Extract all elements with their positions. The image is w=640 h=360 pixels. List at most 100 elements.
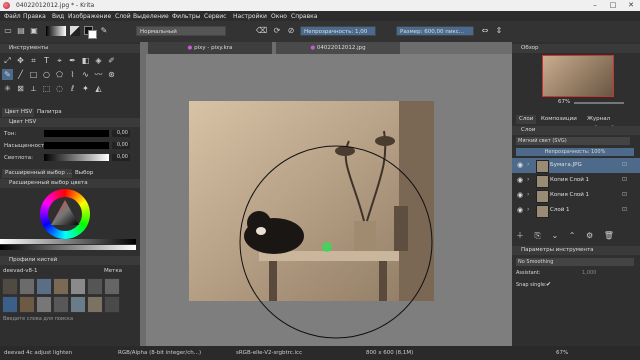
brush-preset-8[interactable]	[2, 296, 18, 313]
brush-tool-icon[interactable]: ✎	[2, 69, 13, 80]
menu-help[interactable]: Справка	[291, 13, 317, 20]
snap-single-checkbox[interactable]: ✔	[546, 281, 551, 288]
minimize-button[interactable]: –	[586, 0, 604, 11]
blend-mode-select[interactable]: Нормальный	[136, 26, 226, 36]
text-tool-icon[interactable]: T	[41, 55, 52, 66]
edit-shapes-tool-icon[interactable]: ⌖	[54, 55, 65, 66]
layer-row[interactable]: ◉ › Копия Слой 1 ⊡	[512, 188, 640, 203]
magic-wand-tool-icon[interactable]: ✦	[80, 83, 91, 94]
layer-actions-toolbar[interactable]: ＋ ⎘ ⌄ ⌃ ⚙ 🗑	[516, 230, 618, 241]
rectangle-tool-icon[interactable]: □	[28, 69, 39, 80]
layer-alpha-lock-icon[interactable]: ⊡	[622, 161, 627, 168]
brush-preset-13[interactable]	[87, 296, 103, 313]
rect-select-tool-icon[interactable]: ⬚	[41, 83, 52, 94]
calligraphy-tool-icon[interactable]: ✒	[67, 55, 78, 66]
brush-preset-11[interactable]	[53, 296, 69, 313]
size-slider[interactable]: Размер: 600,00 пикс...	[396, 26, 474, 36]
save-document-icon[interactable]: ▣	[29, 26, 39, 36]
menu-view[interactable]: Вид	[52, 13, 64, 20]
mirror-vertical-icon[interactable]: ⇕	[494, 26, 504, 36]
fill-tool-icon[interactable]: ◈	[93, 55, 104, 66]
brush-preset-3[interactable]	[36, 278, 52, 295]
brush-preset-12[interactable]	[70, 296, 86, 313]
maximize-button[interactable]: □	[604, 0, 622, 11]
pattern-selector[interactable]	[70, 26, 80, 36]
dyna-tool-icon[interactable]: ⊛	[106, 69, 117, 80]
tab-layers[interactable]: Слои	[516, 115, 537, 124]
alpha-lock-icon[interactable]: ⊘	[286, 26, 296, 36]
brush-preset-6[interactable]	[87, 278, 103, 295]
visibility-eye-icon[interactable]: ◉	[517, 191, 523, 199]
brush-preset-5[interactable]	[70, 278, 86, 295]
saturation-value[interactable]: 0,00	[112, 142, 130, 149]
menu-layer[interactable]: Слой	[115, 13, 131, 20]
assistant-tool-icon[interactable]: ⊠	[15, 83, 26, 94]
polyline-tool-icon[interactable]: ⌇	[67, 69, 78, 80]
gray-strip[interactable]	[0, 239, 136, 244]
ellipse-select-tool-icon[interactable]: ◌	[54, 83, 65, 94]
close-button[interactable]: ✕	[622, 0, 640, 11]
status-brush-preset[interactable]: deevad 4c adjust lighten	[4, 346, 72, 360]
lasso-tool-icon[interactable]: ℓ	[67, 83, 78, 94]
gray-strip-reverse[interactable]	[0, 245, 136, 250]
tab-specific-selector[interactable]: Выбор определённого ...	[72, 169, 140, 185]
expand-arrow-icon[interactable]: ›	[527, 176, 529, 183]
opacity-slider[interactable]: Непрозрачность: 1,00	[300, 26, 376, 36]
eraser-mode-icon[interactable]: ⌫	[256, 26, 267, 36]
ellipse-tool-icon[interactable]: ○	[41, 69, 52, 80]
layer-row[interactable]: ◉ › Слой 1 ⊡	[512, 203, 640, 218]
menu-tools[interactable]: Сервис	[204, 13, 226, 20]
brush-preset-2[interactable]	[19, 278, 35, 295]
tab-compositions[interactable]: Композиции	[538, 115, 580, 124]
new-document-icon[interactable]: ▭	[3, 26, 13, 36]
status-zoom[interactable]: 67%	[556, 346, 568, 360]
background-color-swatch[interactable]	[88, 30, 97, 39]
polygon-tool-icon[interactable]: ⬠	[54, 69, 65, 80]
layer-row[interactable]: ◉ › Бумага.JPG ⊡	[512, 158, 640, 173]
layer-alpha-lock-icon[interactable]: ⊡	[622, 176, 627, 183]
line-tool-icon[interactable]: ╱	[15, 69, 26, 80]
preset-filter-label[interactable]: Метка	[104, 268, 122, 274]
menu-window[interactable]: Окно	[271, 13, 287, 20]
layer-opacity-slider[interactable]: Непрозрачность: 100%	[516, 148, 634, 156]
layer-alpha-lock-icon[interactable]: ⊡	[622, 206, 627, 213]
brush-preset-10[interactable]	[36, 296, 52, 313]
lightness-slider[interactable]	[44, 154, 109, 161]
bezier-select-tool-icon[interactable]: ◭	[93, 83, 104, 94]
crop-tool-icon[interactable]: ⌗	[28, 55, 39, 66]
tab-advanced-selector[interactable]: Расширенный выбор ...	[2, 169, 75, 178]
transform-tool-icon[interactable]: ⤢	[2, 55, 13, 66]
visibility-eye-icon[interactable]: ◉	[517, 206, 523, 214]
menu-filters[interactable]: Фильтры	[172, 13, 200, 20]
menu-select[interactable]: Выделение	[133, 13, 169, 20]
brush-preset-14[interactable]	[104, 296, 120, 313]
overview-thumbnail[interactable]	[542, 55, 614, 97]
preset-tag-select[interactable]: deevad-v8-1	[3, 268, 37, 274]
assistant-value[interactable]: 1,000	[582, 270, 596, 276]
visibility-eye-icon[interactable]: ◉	[517, 176, 523, 184]
menu-image[interactable]: Изображение	[68, 13, 111, 20]
gradient-selector[interactable]	[46, 26, 66, 36]
brush-preset-7[interactable]	[104, 278, 120, 295]
menu-file[interactable]: Файл	[4, 13, 21, 20]
bezier-tool-icon[interactable]: ∿	[80, 69, 91, 80]
layer-blend-mode-select[interactable]: Мягкий свет (SVG)	[516, 137, 630, 145]
mirror-horizontal-icon[interactable]: ⇔	[480, 26, 490, 36]
brush-preset-4[interactable]	[53, 278, 69, 295]
preset-search-field[interactable]: Введите слова для поиска	[3, 316, 73, 322]
smoothing-select[interactable]: No Smoothing	[516, 258, 634, 266]
menu-edit[interactable]: Правка	[23, 13, 46, 20]
picker-tool-icon[interactable]: ✐	[106, 55, 117, 66]
reload-preset-icon[interactable]: ⟳	[272, 26, 282, 36]
tab-hsv-color[interactable]: Цвет HSV	[2, 108, 36, 117]
color-triangle[interactable]	[48, 197, 82, 231]
overview-zoom-slider[interactable]	[574, 102, 624, 104]
layer-alpha-lock-icon[interactable]: ⊡	[622, 191, 627, 198]
layer-row[interactable]: ◉ › Копия Слой 1 ⊡	[512, 173, 640, 188]
lightness-value[interactable]: 0,00	[112, 154, 130, 161]
gradient-tool-icon[interactable]: ◧	[80, 55, 91, 66]
move-tool-icon[interactable]: ✥	[15, 55, 26, 66]
expand-arrow-icon[interactable]: ›	[527, 206, 529, 213]
measure-tool-icon[interactable]: ⟂	[28, 83, 39, 94]
open-document-icon[interactable]: ▤	[16, 26, 26, 36]
